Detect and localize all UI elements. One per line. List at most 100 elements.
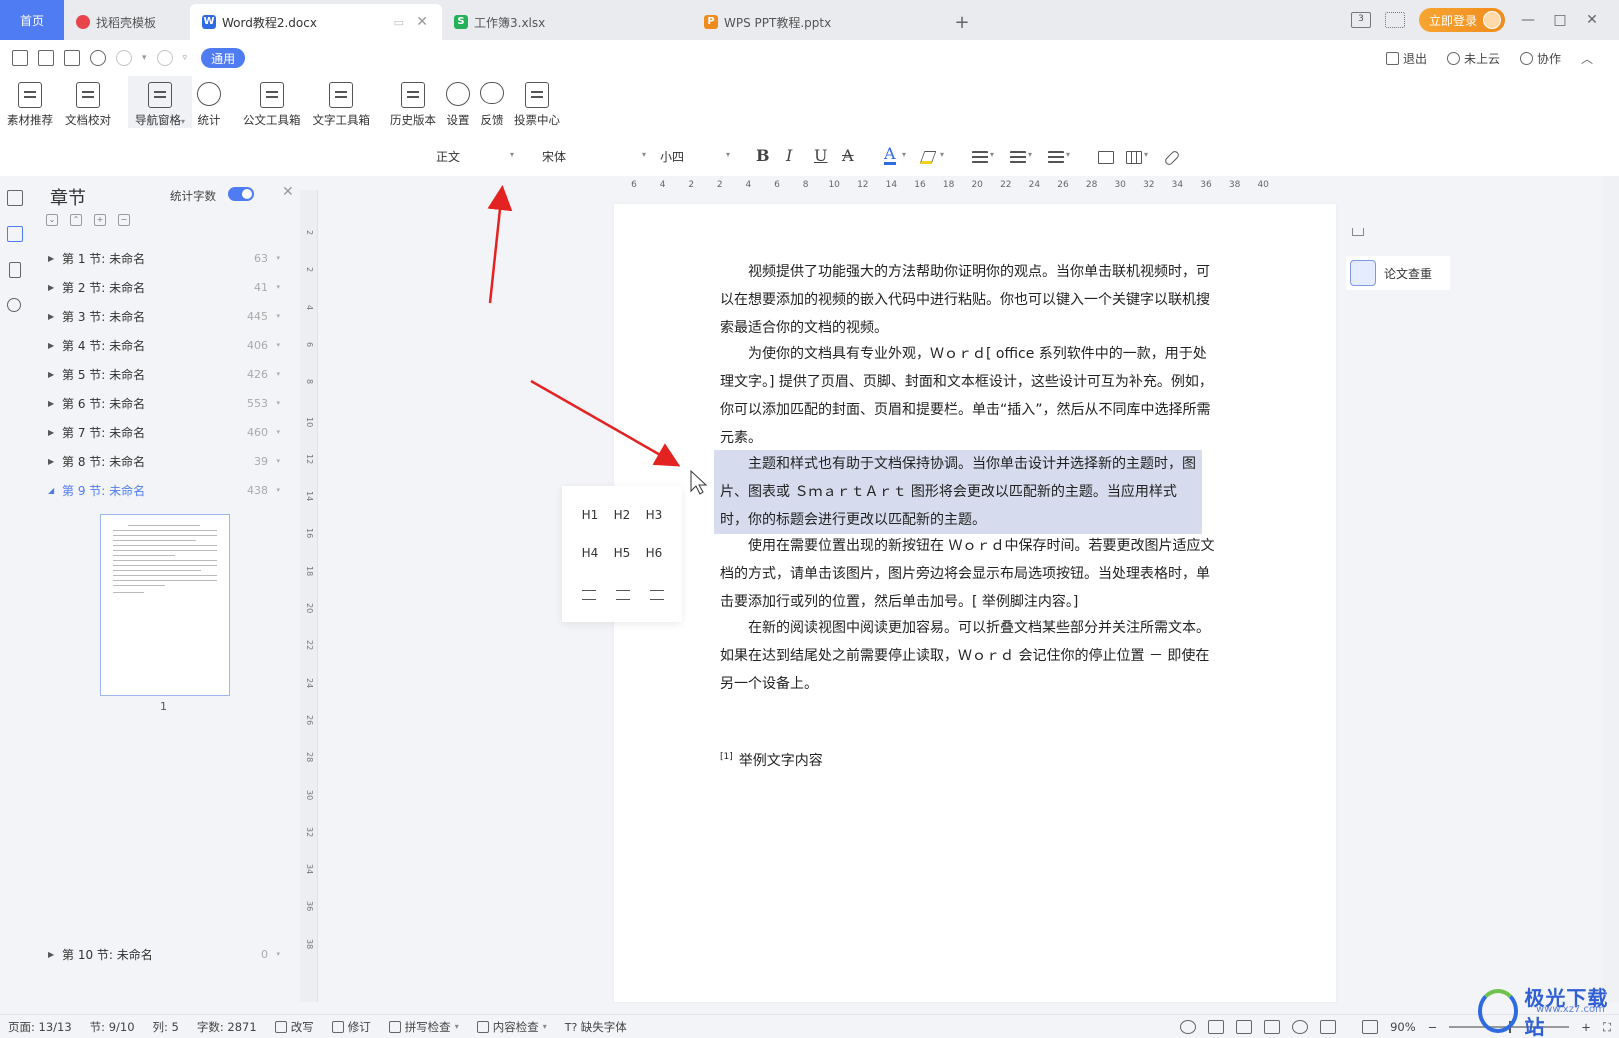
align-center-icon[interactable] xyxy=(616,590,630,600)
minimize-icon[interactable]: — xyxy=(1519,12,1537,28)
print-preview-icon[interactable] xyxy=(90,50,106,66)
mode-pill[interactable]: 通用 xyxy=(201,48,246,68)
save-icon[interactable] xyxy=(12,50,28,66)
section-menu-icon[interactable]: ▾ xyxy=(268,428,280,436)
paragraph-5[interactable]: 在新的阅读视图中阅读更加容易。可以折叠文档某些部分并关注所需文本。如果在达到结尾… xyxy=(720,614,1218,698)
status-column[interactable]: 列: 5 xyxy=(153,1019,179,1035)
table-dropdown-icon[interactable]: ▾ xyxy=(1144,150,1148,159)
collapse-caret-icon[interactable]: ◢ xyxy=(48,486,62,495)
font-dropdown-icon[interactable]: ▾ xyxy=(642,150,646,159)
expand-caret-icon[interactable]: ▶ xyxy=(48,254,62,263)
spellcheck-toggle[interactable]: 拼写检查 ▾ xyxy=(388,1019,459,1035)
heading-6-button[interactable]: H6 xyxy=(640,546,668,560)
material-recommend-button[interactable]: 素材推荐 xyxy=(4,76,56,128)
grid-icon[interactable] xyxy=(1384,12,1405,28)
close-tab-icon[interactable]: ✕ xyxy=(416,14,428,30)
section-item[interactable]: ▶ 第 7 节: 未命名 460 ▾ xyxy=(48,422,280,442)
section-menu-icon[interactable]: ▾ xyxy=(268,283,280,291)
section-item-selected[interactable]: ◢ 第 9 节: 未命名 438 ▾ xyxy=(48,480,280,500)
web-view-icon[interactable] xyxy=(1292,1020,1309,1034)
expand-caret-icon[interactable]: ▶ xyxy=(48,428,62,437)
status-section[interactable]: 节: 9/10 xyxy=(90,1019,135,1035)
numbered-list-dropdown-icon[interactable]: ▾ xyxy=(990,150,994,159)
zoom-level[interactable]: 90% xyxy=(1390,1020,1416,1034)
collapse-all-icon[interactable]: ⌄ xyxy=(46,214,58,226)
section-item[interactable]: ▶ 第 3 节: 未命名 445 ▾ xyxy=(48,306,280,326)
bookmark-icon[interactable] xyxy=(9,262,21,278)
redo-icon[interactable] xyxy=(156,50,173,66)
document-page[interactable]: 视频提供了功能强大的方法帮助你证明你的观点。当你单击联机视频时，可以在想要添加的… xyxy=(614,204,1336,1002)
section-item[interactable]: ▶ 第 5 节: 未命名 426 ▾ xyxy=(48,364,280,384)
underline-button[interactable]: U xyxy=(814,146,827,165)
highlight-dropdown-icon[interactable]: ▾ xyxy=(940,150,944,159)
feedback-button[interactable]: 反馈 xyxy=(477,76,507,128)
vertical-scrollbar[interactable] xyxy=(1602,176,1619,1002)
search-icon[interactable] xyxy=(7,298,21,312)
align-right-icon[interactable] xyxy=(650,590,664,600)
section-item[interactable]: ▶ 第 4 节: 未命名 406 ▾ xyxy=(48,335,280,355)
proofread-button[interactable]: 文档校对 xyxy=(62,76,114,128)
paragraph-2[interactable]: 为使你的文档具有专业外观，Ｗｏｒｄ[ office 系列软件中的一款，用于处理文… xyxy=(720,340,1218,452)
tab-template[interactable]: 找稻壳模板 xyxy=(64,4,190,40)
text-toolbox-button[interactable]: 文字工具箱 xyxy=(310,76,374,128)
remove-section-icon[interactable]: − xyxy=(118,214,130,226)
status-words[interactable]: 字数: 2871 xyxy=(197,1019,257,1035)
font-color-dropdown-icon[interactable]: ▾ xyxy=(902,150,906,159)
heading-1-button[interactable]: H1 xyxy=(576,508,604,522)
tab-excel[interactable]: S 工作簿3.xlsx xyxy=(442,4,692,40)
expand-caret-icon[interactable]: ▶ xyxy=(48,457,62,466)
heading-5-button[interactable]: H5 xyxy=(608,546,636,560)
heading-2-button[interactable]: H2 xyxy=(608,508,636,522)
italic-button[interactable]: I xyxy=(786,146,792,165)
add-tab-button[interactable]: + xyxy=(942,4,982,40)
expand-caret-icon[interactable]: ▶ xyxy=(48,950,62,959)
vote-center-button[interactable]: 投票中心 xyxy=(511,76,563,128)
numbered-list-icon[interactable] xyxy=(972,151,988,163)
word-count-toggle[interactable] xyxy=(228,187,254,201)
nav-pane-button[interactable]: 导航窗格▾ xyxy=(128,76,192,128)
customize-dropdown-icon[interactable]: ▿ xyxy=(183,53,188,63)
layout-icon[interactable]: 3 xyxy=(1350,12,1371,28)
heading-3-button[interactable]: H3 xyxy=(640,508,668,522)
add-section-icon[interactable]: + xyxy=(94,214,106,226)
undo-icon[interactable] xyxy=(116,50,132,66)
settings-button[interactable]: 设置 xyxy=(443,76,473,128)
bullet-list-dropdown-icon[interactable]: ▾ xyxy=(1028,150,1032,159)
expand-caret-icon[interactable]: ▶ xyxy=(48,312,62,321)
status-page[interactable]: 页面: 13/13 xyxy=(8,1019,72,1035)
font-size-select[interactable]: 小四 xyxy=(660,148,684,165)
insert-image-icon[interactable] xyxy=(1098,151,1114,164)
outline-view-icon[interactable] xyxy=(1236,1020,1253,1034)
bold-button[interactable]: B xyxy=(756,146,770,165)
style-dropdown-icon[interactable]: ▾ xyxy=(510,150,514,159)
page-thumbnail[interactable] xyxy=(100,514,230,696)
section-item[interactable]: ▶ 第 8 节: 未命名 39 ▾ xyxy=(48,451,280,471)
section-menu-icon[interactable]: ▾ xyxy=(268,370,280,378)
paragraph-1[interactable]: 视频提供了功能强大的方法帮助你证明你的观点。当你单击联机视频时，可以在想要添加的… xyxy=(720,258,1218,342)
font-color-button[interactable]: A xyxy=(884,146,896,165)
section-menu-icon[interactable]: ▾ xyxy=(268,950,280,958)
collab-button[interactable]: 协作 xyxy=(1519,50,1561,67)
expand-caret-icon[interactable]: ▶ xyxy=(48,399,62,408)
section-menu-icon[interactable]: ▾ xyxy=(268,486,280,494)
paper-check-button[interactable]: 论文查重 xyxy=(1346,256,1450,290)
login-button[interactable]: 立即登录 xyxy=(1418,8,1505,32)
zoom-out-icon[interactable]: − xyxy=(1428,1020,1438,1034)
section-item[interactable]: ▶ 第 6 节: 未命名 553 ▾ xyxy=(48,393,280,413)
close-panel-icon[interactable]: ✕ xyxy=(282,184,294,200)
expand-caret-icon[interactable]: ▶ xyxy=(48,370,62,379)
collapse-ribbon-icon[interactable]: ︿ xyxy=(1581,50,1593,67)
section-item[interactable]: ▶ 第 10 节: 未命名 0 ▾ xyxy=(48,944,280,964)
paragraph-3-selected[interactable]: 主题和样式也有助于文档保持协调。当你单击设计并选择新的主题时，图片、图表或 Ｓｍ… xyxy=(714,450,1202,534)
exit-button[interactable]: 退出 xyxy=(1385,50,1427,67)
expand-caret-icon[interactable]: ▶ xyxy=(48,341,62,350)
section-menu-icon[interactable]: ▾ xyxy=(268,457,280,465)
undo-dropdown-icon[interactable]: ▾ xyxy=(142,53,147,63)
highlight-icon[interactable] xyxy=(919,151,937,164)
section-menu-icon[interactable]: ▾ xyxy=(268,341,280,349)
link-icon[interactable] xyxy=(1163,149,1181,167)
footnote[interactable]: [1] 举例文字内容 xyxy=(720,750,823,770)
write-view-icon[interactable] xyxy=(1320,1020,1337,1034)
cloud-button[interactable]: 未上云 xyxy=(1446,50,1500,67)
revise-toggle[interactable]: 修订 xyxy=(331,1019,371,1035)
